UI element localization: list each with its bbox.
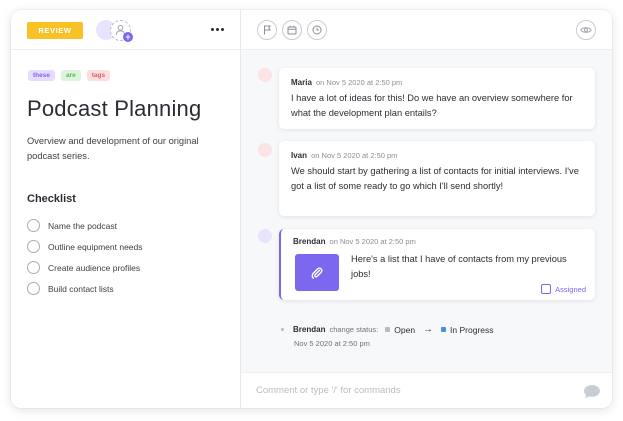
assigned-label[interactable]: Assigned <box>555 285 586 294</box>
tag[interactable]: are <box>60 70 81 81</box>
comment-author[interactable]: Maria <box>291 78 312 87</box>
avatar[interactable] <box>258 143 272 157</box>
comment-header: Maria on Nov 5 2020 at 2:50 pm <box>291 78 583 87</box>
status-change-timestamp: Nov 5 2020 at 2:50 pm <box>294 339 370 348</box>
checklist-heading: Checklist <box>27 193 76 205</box>
assigned-checkbox-box[interactable] <box>541 284 552 294</box>
tag-list: these are tags <box>28 70 111 81</box>
checklist-checkbox[interactable] <box>27 261 40 274</box>
attachment-thumbnail[interactable] <box>295 254 339 291</box>
comment-text: Here's a list that I have of contacts fr… <box>351 254 567 279</box>
comment-header: Ivan on Nov 5 2020 at 2:50 pm <box>291 151 583 160</box>
checklist-item-label[interactable]: Create audience profiles <box>48 263 140 273</box>
checklist-checkbox[interactable] <box>27 282 40 295</box>
paperclip-icon <box>311 266 323 279</box>
more-icon[interactable] <box>209 24 225 34</box>
checklist-item: Outline equipment needs <box>27 236 143 257</box>
activity-toolbar <box>241 10 612 50</box>
tag[interactable]: tags <box>86 70 111 81</box>
task-card: REVIEW + these are tags Podcast Planning… <box>11 10 612 408</box>
comment-timestamp: on Nov 5 2020 at 2:50 pm <box>316 78 403 87</box>
comment-author[interactable]: Ivan <box>291 151 307 160</box>
activity-pane: Maria on Nov 5 2020 at 2:50 pm I have a … <box>241 10 612 408</box>
checklist-checkbox[interactable] <box>27 219 40 232</box>
assigned-checkbox[interactable]: Assigned <box>541 284 586 294</box>
checklist-checkbox[interactable] <box>27 240 40 253</box>
comment-timestamp: on Nov 5 2020 at 2:50 pm <box>311 151 398 160</box>
status-open-swatch <box>385 327 391 332</box>
task-description[interactable]: Overview and development of our original… <box>27 134 227 164</box>
clock-icon[interactable] <box>307 20 327 40</box>
comment-composer <box>241 372 612 408</box>
checklist: Name the podcast Outline equipment needs… <box>27 215 143 299</box>
status-change-author[interactable]: Brendan <box>293 325 325 334</box>
status-to: In Progress <box>450 324 494 335</box>
calendar-icon[interactable] <box>282 20 302 40</box>
status-from: Open <box>394 324 416 335</box>
comment-header: Brendan on Nov 5 2020 at 2:50 pm <box>293 237 583 246</box>
status-review-button[interactable]: REVIEW <box>27 22 83 39</box>
comment-text: I have a lot of ideas for this! Do we ha… <box>291 93 573 118</box>
bullet-icon <box>281 328 284 331</box>
task-header-bar: REVIEW + <box>11 10 241 50</box>
comment-author[interactable]: Brendan <box>293 237 325 246</box>
checklist-item-label[interactable]: Build contact lists <box>48 284 114 294</box>
task-title[interactable]: Podcast Planning <box>27 96 201 122</box>
comment: Ivan on Nov 5 2020 at 2:50 pm We should … <box>279 141 595 216</box>
eye-icon[interactable] <box>576 20 596 40</box>
checklist-item-label[interactable]: Outline equipment needs <box>48 242 143 252</box>
tag[interactable]: these <box>28 70 55 81</box>
add-assignee-plus-icon[interactable]: + <box>123 32 133 42</box>
checklist-item: Build contact lists <box>27 278 143 299</box>
checklist-item: Name the podcast <box>27 215 143 236</box>
avatar[interactable] <box>258 68 272 82</box>
comment-text: We should start by gathering a list of c… <box>291 166 579 191</box>
comment-timestamp: on Nov 5 2020 at 2:50 pm <box>329 237 416 246</box>
comment-input[interactable] <box>256 383 556 397</box>
checklist-item: Create audience profiles <box>27 257 143 278</box>
comment: Brendan on Nov 5 2020 at 2:50 pm Here's … <box>279 229 595 300</box>
arrow-right-icon: → <box>423 324 434 335</box>
avatar[interactable] <box>258 229 272 243</box>
status-change-entry: Brendan change status: Open → In Progres… <box>281 324 494 335</box>
checklist-item-label[interactable]: Name the podcast <box>48 221 117 231</box>
chat-bubble-icon[interactable] <box>583 384 601 399</box>
flag-icon[interactable] <box>257 20 277 40</box>
comment: Maria on Nov 5 2020 at 2:50 pm I have a … <box>279 68 595 129</box>
status-change-action: change status: <box>329 325 379 334</box>
status-in-progress-swatch <box>441 327 447 332</box>
task-details-pane: REVIEW + these are tags Podcast Planning… <box>11 10 241 408</box>
